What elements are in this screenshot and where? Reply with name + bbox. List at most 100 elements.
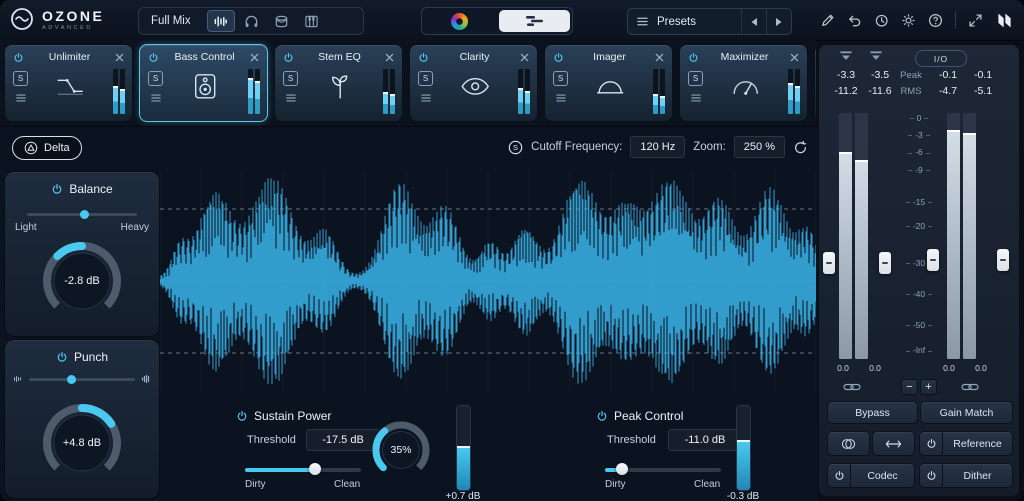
module-card[interactable]: Bass Control S bbox=[139, 44, 268, 122]
balance-slider-handle[interactable] bbox=[80, 210, 89, 219]
module-solo-button[interactable]: S bbox=[688, 71, 703, 86]
input-collapse-icon[interactable] bbox=[839, 51, 853, 61]
module-solo-button[interactable]: S bbox=[13, 71, 28, 86]
gain-match-button[interactable]: Gain Match bbox=[920, 401, 1013, 424]
dither-power-icon[interactable] bbox=[920, 464, 943, 487]
module-card[interactable]: Imager S bbox=[544, 44, 673, 122]
dither-button[interactable]: Dither bbox=[919, 463, 1013, 488]
preset-next-button[interactable] bbox=[766, 9, 791, 34]
presets-label[interactable]: Presets bbox=[657, 16, 741, 28]
piano-icon[interactable] bbox=[299, 11, 325, 31]
tonal-balance-toggle[interactable] bbox=[424, 10, 495, 32]
drum-icon[interactable] bbox=[269, 11, 295, 31]
resize-window-icon[interactable] bbox=[968, 13, 983, 28]
delta-button[interactable]: Delta bbox=[12, 136, 82, 160]
peak-max-label: Clean bbox=[694, 479, 720, 490]
punch-slider-handle[interactable] bbox=[67, 375, 76, 384]
history-icon[interactable] bbox=[874, 13, 889, 28]
balance-power-icon[interactable] bbox=[51, 183, 63, 195]
module-card[interactable]: Stem EQ S bbox=[274, 44, 403, 122]
sustain-amount-knob[interactable]: 35% bbox=[370, 419, 432, 481]
io-label[interactable]: I/O bbox=[915, 50, 967, 67]
peak-threshold-value[interactable]: -11.0 dB bbox=[668, 429, 742, 451]
module-power-icon[interactable] bbox=[688, 52, 699, 63]
sustain-threshold-label: Threshold bbox=[247, 434, 296, 446]
cutoff-value-box[interactable]: 120 Hz bbox=[630, 136, 685, 158]
codec-button[interactable]: Codec bbox=[827, 463, 915, 488]
balance-knob[interactable]: -2.8 dB bbox=[41, 240, 123, 322]
module-card[interactable]: Maximizer S bbox=[679, 44, 808, 122]
svg-text:S: S bbox=[513, 143, 518, 152]
module-power-icon[interactable] bbox=[553, 52, 564, 63]
input-fader-right[interactable] bbox=[879, 252, 891, 274]
solo-circle-icon[interactable]: S bbox=[508, 140, 523, 155]
module-close-icon[interactable] bbox=[520, 53, 529, 62]
output-link-icon[interactable] bbox=[961, 382, 979, 392]
peak-character-slider[interactable] bbox=[605, 463, 721, 475]
stereo-mode-button[interactable] bbox=[827, 431, 870, 456]
module-power-icon[interactable] bbox=[148, 52, 159, 63]
bypass-button[interactable]: Bypass bbox=[827, 401, 918, 424]
presets-control[interactable]: Presets bbox=[627, 8, 792, 35]
punch-power-icon[interactable] bbox=[56, 351, 68, 363]
sustain-threshold-value[interactable]: -17.5 dB bbox=[306, 429, 380, 451]
edit-icon[interactable] bbox=[820, 13, 835, 28]
undo-icon[interactable] bbox=[847, 13, 862, 28]
module-preset-icon[interactable] bbox=[690, 93, 702, 103]
output-fader-right[interactable] bbox=[997, 249, 1009, 271]
module-card[interactable]: Unlimiter S bbox=[4, 44, 133, 122]
module-power-icon[interactable] bbox=[13, 52, 24, 63]
module-close-icon[interactable] bbox=[115, 53, 124, 62]
gain-decrement-button[interactable]: − bbox=[901, 379, 918, 395]
module-card[interactable]: S bbox=[814, 44, 816, 122]
module-preset-icon[interactable] bbox=[420, 93, 432, 103]
module-power-icon[interactable] bbox=[283, 52, 294, 63]
module-preset-icon[interactable] bbox=[15, 93, 27, 103]
module-close-icon[interactable] bbox=[790, 53, 799, 62]
peak-slider-handle[interactable] bbox=[616, 463, 628, 475]
module-close-icon[interactable] bbox=[385, 53, 394, 62]
module-card[interactable]: Clarity S bbox=[409, 44, 538, 122]
module-preset-icon[interactable] bbox=[285, 93, 297, 103]
input-collapse-icon[interactable] bbox=[869, 51, 883, 61]
sustain-slider-handle[interactable] bbox=[309, 463, 321, 475]
codec-power-icon[interactable] bbox=[828, 464, 851, 487]
reference-button[interactable]: Reference bbox=[919, 431, 1013, 456]
module-preset-icon[interactable] bbox=[150, 93, 162, 103]
input-link-icon[interactable] bbox=[843, 382, 861, 392]
module-power-icon[interactable] bbox=[418, 52, 429, 63]
sustain-character-slider[interactable] bbox=[245, 463, 361, 475]
balance-value: -2.8 dB bbox=[41, 275, 123, 287]
module-solo-button[interactable]: S bbox=[283, 71, 298, 86]
source-selector[interactable]: Full Mix bbox=[138, 7, 364, 35]
punch-slider[interactable] bbox=[29, 374, 135, 384]
stereo-width-button[interactable] bbox=[872, 431, 915, 456]
gain-increment-button[interactable]: + bbox=[920, 379, 937, 395]
module-close-icon[interactable] bbox=[655, 53, 664, 62]
preset-prev-button[interactable] bbox=[741, 9, 766, 34]
output-fader-left[interactable] bbox=[927, 249, 939, 271]
module-close-icon[interactable] bbox=[250, 53, 259, 62]
module-side-controls: S bbox=[418, 71, 433, 103]
balance-slider[interactable] bbox=[27, 209, 137, 219]
detail-view-toggle[interactable] bbox=[499, 10, 570, 32]
module-solo-button[interactable]: S bbox=[148, 71, 163, 86]
module-solo-button[interactable]: S bbox=[553, 71, 568, 86]
io-scale-label: -9 bbox=[897, 165, 941, 175]
reference-power-icon[interactable] bbox=[920, 432, 943, 455]
peak-power-icon[interactable] bbox=[596, 410, 608, 422]
help-icon[interactable] bbox=[928, 13, 943, 28]
loop-icon[interactable] bbox=[793, 140, 808, 155]
punch-knob[interactable]: +4.8 dB bbox=[41, 402, 123, 484]
settings-gear-icon[interactable] bbox=[901, 13, 916, 28]
input-fader-left[interactable] bbox=[823, 252, 835, 274]
punch-slider-track[interactable] bbox=[29, 378, 135, 381]
zoom-value-box[interactable]: 250 % bbox=[734, 136, 785, 158]
full-mix-waveform-icon[interactable] bbox=[207, 10, 235, 32]
sustain-power-icon[interactable] bbox=[236, 410, 248, 422]
module-solo-button[interactable]: S bbox=[418, 71, 433, 86]
module-preset-icon[interactable] bbox=[555, 93, 567, 103]
source-selector-label[interactable]: Full Mix bbox=[139, 15, 205, 27]
reference-label: Reference bbox=[943, 438, 1012, 450]
headphones-icon[interactable] bbox=[239, 11, 265, 31]
